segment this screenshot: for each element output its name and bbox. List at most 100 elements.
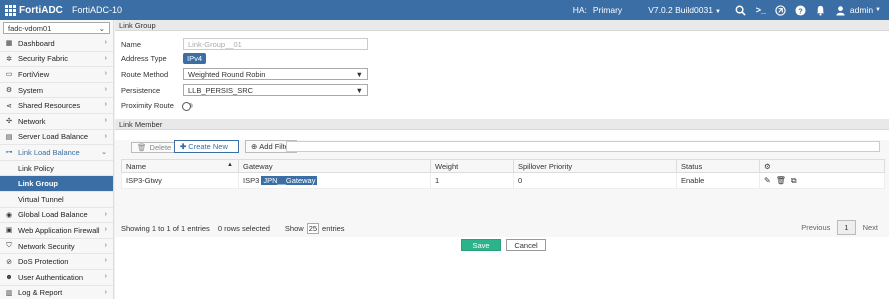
- filter-input[interactable]: [286, 141, 880, 152]
- sidebar-subitem-link-group[interactable]: Link Group: [0, 176, 113, 192]
- caret-down-icon: ▼: [875, 7, 881, 13]
- cancel-button[interactable]: Cancel: [506, 239, 546, 251]
- vdom-select[interactable]: fadc-vdom01 ⌄: [3, 22, 110, 34]
- cell-gateway: ISP3 JPN__Gateway: [238, 172, 431, 189]
- column-header-name[interactable]: Name ▲: [121, 159, 239, 173]
- server-icon: ▤: [5, 133, 13, 141]
- link-icon: ⊶: [5, 149, 13, 157]
- gear-icon[interactable]: ⚙: [764, 162, 771, 171]
- chevron-right-icon: ›: [104, 39, 107, 46]
- page-size-select[interactable]: 25: [306, 222, 320, 234]
- network-icon: ✣: [6, 118, 12, 126]
- sidebar-item-server-load-balance[interactable]: ▤ Server Load Balance ›: [0, 130, 113, 146]
- edit-pencil-icon[interactable]: ✎: [764, 176, 771, 185]
- route-method-select[interactable]: Weighted Round Robin ▼: [183, 68, 368, 80]
- search-icon[interactable]: [735, 4, 747, 16]
- sidebar-item-log-report[interactable]: ▥ Log & Report ›: [0, 286, 113, 299]
- chevron-right-icon: ›: [104, 257, 107, 265]
- link-member-section-header: Link Member: [115, 119, 889, 130]
- sidebar-item-shared-resources[interactable]: ⋖ Shared Resources ›: [0, 98, 113, 114]
- name-input[interactable]: Link-Group__01: [183, 38, 368, 50]
- column-header-actions: ⚙: [759, 159, 885, 173]
- cell-weight: 1: [430, 172, 514, 189]
- sidebar-item-network-security[interactable]: ⛉ Network Security ›: [0, 239, 113, 255]
- chevron-right-icon: ›: [104, 116, 107, 124]
- cell-name: ISP3-Gtwy: [121, 172, 239, 189]
- svg-text:?: ?: [799, 6, 804, 15]
- name-label: Name: [121, 39, 142, 49]
- delete-trash-icon[interactable]: 🗑: [776, 176, 786, 185]
- sidebar-item-dashboard[interactable]: ▦ Dashboard ›: [0, 36, 113, 52]
- page-1-button[interactable]: 1: [837, 220, 856, 235]
- sidebar-item-user-authentication[interactable]: ☻ User Authentication ›: [0, 270, 113, 286]
- add-filter-icon: ⊕: [251, 142, 258, 151]
- chevron-right-icon: ›: [104, 288, 107, 296]
- sidebar-item-global-load-balance[interactable]: ◉ Global Load Balance ›: [0, 208, 113, 224]
- globe-icon: ◉: [5, 211, 13, 219]
- gear-icon: ⚙: [5, 87, 13, 95]
- delete-button[interactable]: 🗑 Delete: [131, 142, 178, 153]
- entries-label: entries: [322, 223, 345, 233]
- refresh-icon[interactable]: [775, 4, 787, 16]
- user-icon: [835, 4, 847, 16]
- link-group-section-header: Link Group: [115, 20, 889, 31]
- create-new-button[interactable]: ✚ Create New: [174, 140, 239, 153]
- pagination: Previous 1 Next: [794, 220, 885, 235]
- sort-asc-icon[interactable]: ▲: [227, 162, 233, 168]
- rows-selected-info: 0 rows selected: [217, 223, 270, 233]
- proximity-route-toggle[interactable]: [182, 101, 193, 111]
- help-icon[interactable]: ?: [795, 4, 807, 16]
- main-content: Link Group Name Link-Group__01 Address T…: [115, 20, 889, 299]
- link-member-table: Name ▲ Gateway Weight Spillover Priority …: [121, 159, 885, 189]
- cell-status: Enable: [676, 172, 760, 189]
- caret-down-icon: ▼: [714, 9, 721, 15]
- dos-icon: ⊘: [6, 258, 12, 266]
- chevron-right-icon: ›: [104, 132, 107, 140]
- chevron-right-icon: ›: [104, 210, 107, 218]
- sidebar-item-security-fabric[interactable]: ✲ Security Fabric ›: [0, 52, 113, 68]
- persistence-select[interactable]: LLB_PERSIS_SRC ▼: [183, 84, 368, 96]
- user-menu[interactable]: admin ▼: [835, 4, 881, 16]
- save-button[interactable]: Save: [461, 239, 501, 251]
- chevron-right-icon: ›: [104, 226, 107, 234]
- address-type-ipv4-option[interactable]: IPv4: [183, 53, 207, 64]
- logo-grid-icon: [5, 4, 16, 16]
- previous-page-button[interactable]: Previous: [794, 221, 837, 234]
- sidebar-item-dos-protection[interactable]: ⊘ DoS Protection ›: [0, 254, 113, 270]
- console-icon[interactable]: >_: [755, 4, 767, 16]
- chevron-right-icon: ›: [104, 272, 107, 280]
- chevron-right-icon: ›: [104, 70, 107, 78]
- sidebar-item-web-application-firewall[interactable]: ▣ Web Application Firewall ›: [0, 223, 113, 239]
- table-header-row: Name ▲ Gateway Weight Spillover Priority …: [121, 159, 885, 173]
- sidebar-subitem-link-policy[interactable]: Link Policy: [0, 161, 113, 177]
- table-row[interactable]: ISP3-Gtwy ISP3 JPN__Gateway 1 0 Enable ✎…: [121, 172, 885, 189]
- name-row: Name Link-Group__01: [121, 38, 368, 50]
- column-header-spillover-priority[interactable]: Spillover Priority: [513, 159, 677, 173]
- chevron-down-icon: ⌄: [98, 23, 105, 33]
- version-dropdown[interactable]: V7.0.2 Build0031 ▼: [648, 5, 721, 15]
- fortiadc-logo[interactable]: FortiADC: [0, 0, 69, 20]
- chevron-right-icon: ›: [104, 54, 107, 62]
- proximity-route-label: Proximity Route: [121, 101, 174, 110]
- cell-actions: ✎ 🗑 ⧉: [759, 172, 885, 189]
- link-member-panel: 🗑 Delete ✚ Create New ⊕ Add Filter Name ▲ Ga…: [115, 140, 889, 237]
- route-method-label: Route Method: [121, 69, 169, 79]
- table-footer: Showing 1 to 1 of 1 entries 0 rows selec…: [121, 220, 885, 236]
- sidebar: fadc-vdom01 ⌄ ▦ Dashboard › ✲ Security Fabri…: [0, 20, 114, 299]
- column-header-status[interactable]: Status: [676, 159, 760, 173]
- sidebar-item-fortiview[interactable]: ▭ FortiView ›: [0, 67, 113, 83]
- entries-info: Showing 1 to 1 of 1 entries: [121, 223, 210, 233]
- notification-bell-icon[interactable]: [815, 4, 827, 16]
- column-header-weight[interactable]: Weight: [430, 159, 514, 173]
- sidebar-item-link-load-balance[interactable]: ⊶ Link Load Balance ⌄: [0, 145, 113, 161]
- next-page-button[interactable]: Next: [856, 221, 885, 234]
- clone-icon[interactable]: ⧉: [791, 176, 797, 186]
- trash-icon: 🗑: [137, 143, 147, 152]
- column-header-gateway[interactable]: Gateway: [238, 159, 431, 173]
- sidebar-item-system[interactable]: ⚙ System ›: [0, 83, 113, 99]
- chevron-down-icon: ⌄: [101, 149, 107, 157]
- chevron-right-icon: ›: [104, 101, 107, 109]
- sidebar-subitem-virtual-tunnel[interactable]: Virtual Tunnel: [0, 192, 113, 208]
- sidebar-item-network[interactable]: ✣ Network ›: [0, 114, 113, 130]
- product-name: FortiADC-10: [72, 5, 123, 15]
